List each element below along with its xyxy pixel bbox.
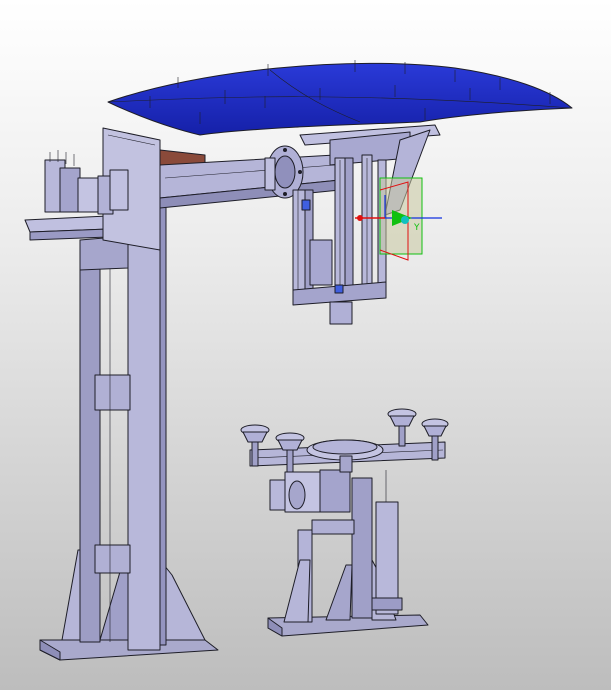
- triad-y-label: Y: [413, 223, 420, 233]
- suction-cup[interactable]: [387, 408, 417, 447]
- assembly-model[interactable]: Y: [0, 0, 611, 690]
- test-stand[interactable]: [249, 439, 446, 637]
- solar-panel[interactable]: [107, 60, 573, 136]
- cad-3d-viewport[interactable]: Y: [0, 0, 611, 690]
